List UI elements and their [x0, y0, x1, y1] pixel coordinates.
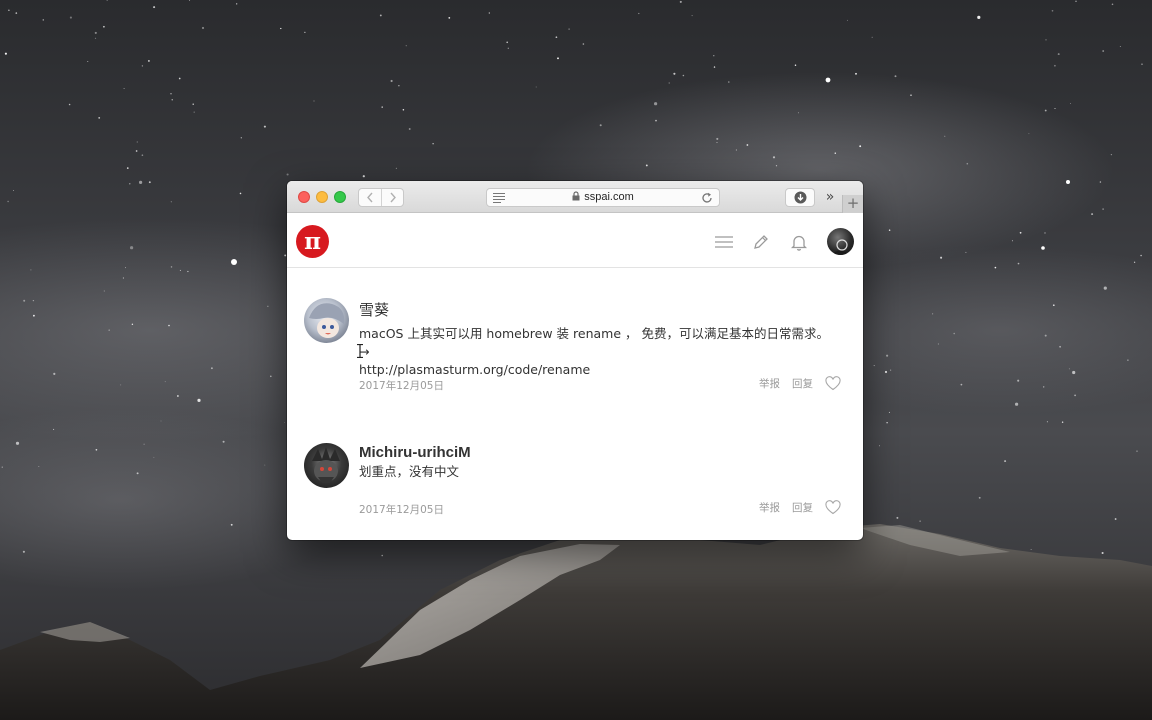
avatar-image	[309, 303, 345, 338]
comment-text: 划重点，没有中文	[359, 464, 460, 479]
report-button[interactable]: 举报	[759, 376, 780, 391]
write-button[interactable]	[751, 232, 771, 252]
comment-date: 2017年12月05日	[359, 380, 444, 392]
pen-icon	[754, 235, 768, 249]
forward-button[interactable]	[382, 189, 404, 206]
toolbar-overflow-button[interactable]: »	[822, 188, 838, 207]
avatar[interactable]	[304, 298, 349, 343]
window-minimize-button[interactable]	[316, 191, 328, 203]
comment-text: macOS 上其实可以用 homebrew 装 rename ， 免费，可以满足…	[359, 325, 839, 379]
address-bar[interactable]: sspai.com	[486, 188, 720, 207]
comment-date: 2017年12月05日	[359, 504, 444, 516]
current-user-avatar[interactable]	[827, 228, 854, 255]
menu-button[interactable]	[714, 232, 734, 252]
site-header: π	[287, 213, 863, 268]
comment-body: macOS 上其实可以用 homebrew 装 rename ， 免费，可以满足…	[359, 326, 829, 359]
chevron-left-icon	[367, 192, 373, 203]
browser-window: sspai.com » + π 雪葵 macOS 上其实可以用 homebrew…	[287, 181, 863, 540]
avatar[interactable]	[304, 443, 349, 488]
heart-icon[interactable]	[825, 376, 841, 391]
reply-button[interactable]: 回复	[792, 500, 813, 515]
url-display: sspai.com	[487, 191, 719, 203]
text-cursor-icon	[357, 344, 363, 358]
avatar-image	[312, 447, 340, 483]
comment-author[interactable]: Michiru-urihciM	[359, 444, 471, 461]
hamburger-icon	[715, 236, 733, 248]
comment-actions: 举报 回复	[747, 500, 841, 515]
browser-toolbar: sspai.com » +	[287, 181, 863, 213]
window-close-button[interactable]	[298, 191, 310, 203]
reply-button[interactable]: 回复	[792, 376, 813, 391]
download-icon	[794, 191, 806, 204]
comment-link[interactable]: http://plasmasturm.org/code/rename	[359, 362, 590, 377]
lock-icon	[572, 191, 580, 201]
user-avatar-image	[831, 239, 850, 255]
reload-icon[interactable]	[701, 192, 713, 204]
new-tab-button[interactable]: +	[842, 195, 863, 213]
sspai-logo[interactable]: π	[296, 225, 329, 258]
heart-icon[interactable]	[825, 500, 841, 515]
comment-actions: 举报 回复	[747, 376, 841, 391]
comment-author[interactable]: 雪葵	[359, 299, 389, 320]
report-button[interactable]: 举报	[759, 500, 780, 515]
window-zoom-button[interactable]	[334, 191, 346, 203]
url-text: sspai.com	[584, 191, 634, 203]
downloads-button[interactable]	[785, 188, 815, 207]
history-navigation	[358, 188, 404, 207]
notifications-button[interactable]	[789, 232, 809, 252]
back-button[interactable]	[359, 189, 382, 206]
chevron-right-icon	[390, 192, 396, 203]
bell-icon	[791, 235, 807, 251]
